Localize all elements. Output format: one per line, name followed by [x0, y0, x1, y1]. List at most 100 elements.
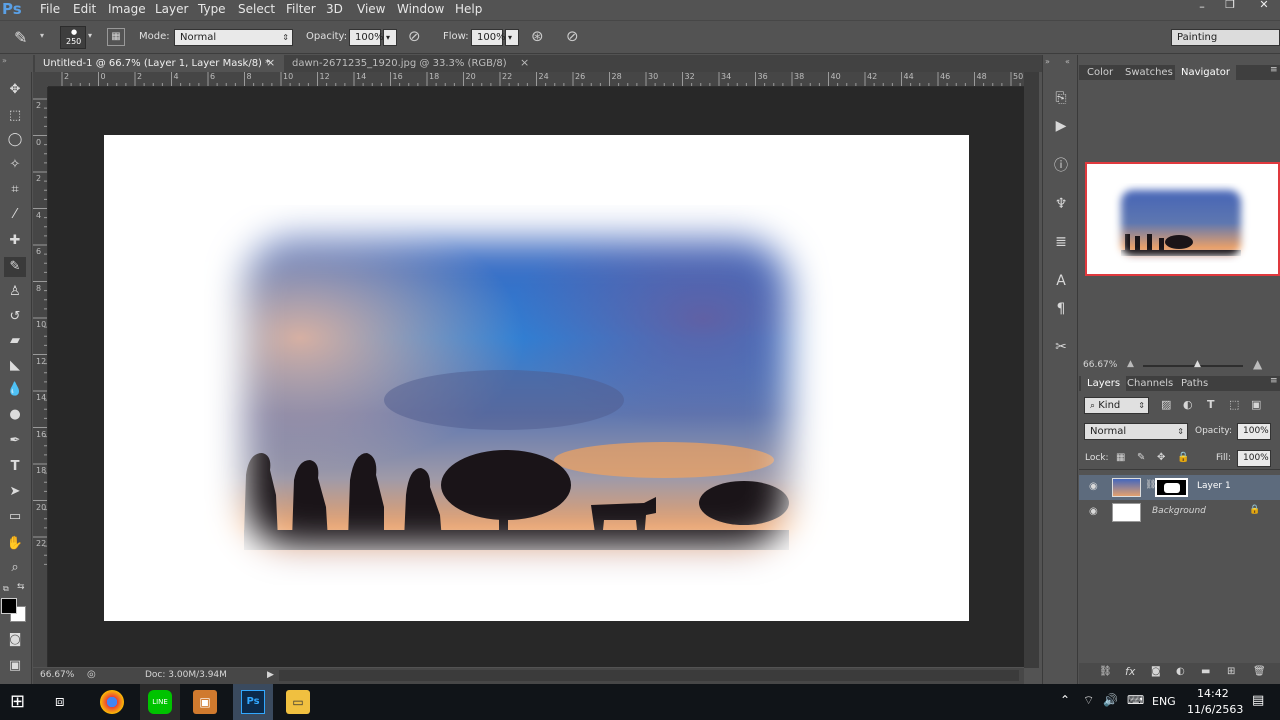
menu-type[interactable]: Type	[198, 2, 226, 16]
menu-edit[interactable]: Edit	[73, 2, 96, 16]
visibility-eye-icon[interactable]: ◉	[1089, 481, 1101, 493]
quick-select-tool-icon[interactable]: ✧	[4, 155, 26, 175]
layer-name[interactable]: Background	[1152, 506, 1206, 516]
airbrush-icon[interactable]: ⊛	[531, 27, 544, 45]
tab-channels[interactable]: Channels	[1121, 376, 1179, 391]
new-layer-icon[interactable]: ⊞	[1227, 666, 1235, 677]
pressure-opacity-icon[interactable]: ⊘	[408, 27, 421, 45]
menu-select[interactable]: Select	[238, 2, 275, 16]
notifications-icon[interactable]: ▤	[1252, 693, 1264, 708]
language-indicator[interactable]: ENG	[1152, 695, 1176, 708]
close-icon[interactable]: ×	[520, 56, 529, 69]
lock-transparency-icon[interactable]: ▦	[1116, 452, 1125, 463]
menu-3d[interactable]: 3D	[326, 2, 343, 16]
path-selection-tool-icon[interactable]: ➤	[4, 482, 26, 502]
lock-all-icon[interactable]: 🔒	[1177, 452, 1189, 463]
brush-tool-icon[interactable]: ✎	[4, 257, 26, 277]
minimize-icon[interactable]: –	[1192, 0, 1212, 14]
zoom-in-icon[interactable]: ▲	[1253, 357, 1262, 371]
opacity-input[interactable]: 100%	[349, 29, 384, 46]
type-filter-icon[interactable]: T	[1207, 398, 1215, 411]
layer-mask-thumbnail[interactable]	[1155, 478, 1188, 497]
menu-layer[interactable]: Layer	[155, 2, 188, 16]
menu-view[interactable]: View	[357, 2, 385, 16]
brush-panel-icon[interactable]: ▦	[107, 28, 125, 46]
dodge-tool-icon[interactable]: ●	[4, 405, 26, 425]
lock-position-icon[interactable]: ✥	[1157, 452, 1165, 463]
actions-panel-icon[interactable]: ▶	[1051, 116, 1071, 136]
adjustment-filter-icon[interactable]: ◐	[1183, 398, 1193, 411]
panel-menu-icon[interactable]: ≡	[1270, 376, 1278, 386]
history-brush-tool-icon[interactable]: ↺	[4, 307, 26, 327]
shape-filter-icon[interactable]: ⬚	[1229, 398, 1239, 411]
crop-tool-icon[interactable]: ⌗	[4, 180, 26, 200]
volume-icon[interactable]: 🔊	[1103, 693, 1118, 707]
tab-untitled-1[interactable]: Untitled-1 @ 66.7% (Layer 1, Layer Mask/…	[35, 55, 284, 72]
restore-icon[interactable]: ❐	[1220, 0, 1240, 12]
character-panel-icon[interactable]: A	[1051, 271, 1071, 291]
flow-input[interactable]: 100%	[471, 29, 506, 46]
default-colors-icon[interactable]: ⧉	[3, 584, 9, 594]
lasso-tool-icon[interactable]: ◯	[4, 130, 26, 150]
brush-tool-icon[interactable]: ✎	[14, 28, 27, 47]
tab-color[interactable]: Color	[1081, 65, 1119, 80]
navigator-preview[interactable]	[1085, 162, 1280, 276]
task-view-icon[interactable]: ⧈	[55, 692, 65, 710]
collapse-toolbox-icon[interactable]: »	[2, 56, 7, 65]
menu-help[interactable]: Help	[455, 2, 482, 16]
play-icon[interactable]: ▶	[267, 670, 274, 680]
info-panel-icon[interactable]: ⓘ	[1051, 156, 1071, 176]
swap-colors-icon[interactable]: ⇆	[17, 582, 25, 592]
horizontal-scrollbar[interactable]	[279, 670, 1019, 681]
file-explorer-icon[interactable]: ▭	[286, 690, 310, 714]
paint-bucket-tool-icon[interactable]: ◣	[4, 356, 26, 376]
type-tool-icon[interactable]: T	[4, 457, 26, 477]
document-canvas[interactable]	[104, 135, 969, 621]
trash-icon[interactable]: 🗑	[1253, 666, 1266, 677]
close-icon[interactable]: ×	[266, 56, 275, 69]
windows-start-icon[interactable]: ⊞	[10, 691, 25, 712]
zoom-tool-icon[interactable]: ⌕	[4, 558, 26, 578]
marquee-tool-icon[interactable]: ⬚	[4, 106, 26, 126]
link-layers-icon[interactable]: ⛓	[1099, 666, 1112, 677]
navigator-zoom-slider[interactable]	[1143, 365, 1243, 367]
fx-icon[interactable]: fx	[1125, 665, 1135, 678]
zoom-out-icon[interactable]: ▲	[1127, 359, 1134, 369]
ruler-origin[interactable]	[33, 72, 48, 87]
add-mask-icon[interactable]: ◙	[1151, 666, 1161, 677]
photoshop-icon[interactable]: Ps	[241, 690, 265, 714]
hand-tool-icon[interactable]: ✋	[4, 534, 26, 554]
panel-menu-icon[interactable]: ≡	[1270, 65, 1278, 75]
eraser-tool-icon[interactable]: ▰	[4, 331, 26, 351]
tab-navigator[interactable]: Navigator	[1175, 65, 1236, 80]
smart-object-filter-icon[interactable]: ▣	[1251, 398, 1261, 411]
menu-file[interactable]: File	[40, 2, 60, 16]
ruler-horizontal[interactable]: 2 0 2 4 6 8 10 12 14 16 18 20 22 24 26 28 30 32 34 36 38 40 42…	[48, 72, 1024, 87]
layer-row-background[interactable]: ◉ Background 🔒	[1079, 500, 1280, 525]
brush-preset-picker[interactable]: ● 250	[60, 26, 86, 49]
mode-select[interactable]: Normal ⇕	[174, 29, 293, 46]
pixel-filter-icon[interactable]: ▨	[1161, 398, 1171, 411]
ruler-vertical[interactable]: 2 0 2 4 6 8 10 12 14 16 18 20 22	[33, 87, 48, 667]
adjustment-layer-icon[interactable]: ◐	[1176, 666, 1185, 677]
move-tool-icon[interactable]: ✥	[4, 80, 26, 100]
eyedropper-tool-icon[interactable]: ⁄	[4, 205, 26, 225]
brush-presets-icon[interactable]: ♆	[1051, 194, 1071, 214]
chrome-icon[interactable]	[100, 690, 124, 714]
chevron-down-icon[interactable]: ▾	[40, 31, 44, 40]
tab-layers[interactable]: Layers	[1081, 376, 1127, 391]
status-share-icon[interactable]: ◎	[87, 669, 96, 680]
group-folder-icon[interactable]: ▬	[1201, 666, 1210, 677]
rectangle-tool-icon[interactable]: ▭	[4, 507, 26, 527]
slider-handle-icon[interactable]: ▲	[1194, 359, 1201, 369]
lock-pixels-icon[interactable]: ✎	[1137, 452, 1145, 463]
collapse-icon[interactable]: »	[1045, 57, 1050, 66]
tray-chevron-icon[interactable]: ⌃	[1060, 693, 1070, 707]
quick-mask-icon[interactable]: ◙	[4, 630, 26, 650]
pen-tool-icon[interactable]: ✒	[4, 431, 26, 451]
menu-filter[interactable]: Filter	[286, 2, 316, 16]
pressure-size-icon[interactable]: ⊘	[566, 27, 579, 45]
history-panel-icon[interactable]: ⎘	[1051, 88, 1071, 108]
tool-presets-icon[interactable]: ✂	[1051, 337, 1071, 357]
clone-stamp-tool-icon[interactable]: ♙	[4, 282, 26, 302]
